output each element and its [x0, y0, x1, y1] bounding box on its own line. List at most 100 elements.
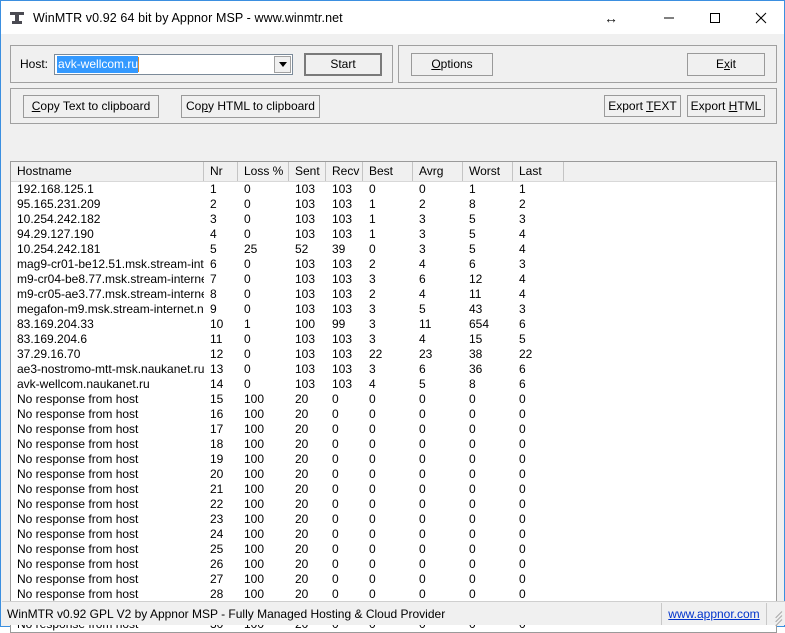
cell-worst: 43 [469, 302, 483, 316]
table-row[interactable]: mag9-cr01-be12.51.msk.stream-inter... 6 0 1… [11, 257, 776, 272]
export-text-button[interactable]: Export TEXT [604, 95, 681, 117]
host-dropdown-button[interactable] [274, 55, 292, 73]
cell-sent: 103 [295, 302, 316, 316]
column-header-hostname[interactable]: Hostname [11, 162, 204, 181]
column-header-best[interactable]: Best [363, 162, 413, 181]
cell-last: 6 [519, 317, 526, 331]
cell-worst: 0 [469, 527, 476, 541]
table-body[interactable]: 192.168.125.1 1 0 103 103 0 0 1 1 95.165.231.209 2… [11, 182, 776, 632]
cell-nr: 23 [210, 512, 224, 526]
close-button[interactable] [738, 2, 784, 34]
cell-last: 3 [519, 302, 526, 316]
exit-button[interactable]: Exit [687, 52, 765, 76]
maximize-button[interactable] [692, 2, 738, 34]
table-row[interactable]: No response from host 26 100 20 0 0 0 0 0 [11, 557, 776, 572]
cell-loss: 0 [244, 287, 251, 301]
appnor-link[interactable]: www.appnor.com [662, 602, 767, 625]
column-header-nr[interactable]: Nr [204, 162, 238, 181]
table-row[interactable]: megafon-m9.msk.stream-internet.net 9 0 103 1… [11, 302, 776, 317]
table-row[interactable]: No response from host 18 100 20 0 0 0 0 0 [11, 437, 776, 452]
cell-loss: 100 [244, 512, 265, 526]
copy-html-button[interactable]: Copy HTML to clipboard [181, 94, 320, 118]
cell-loss: 0 [244, 347, 251, 361]
table-row[interactable]: 95.165.231.209 2 0 103 103 1 2 8 2 [11, 197, 776, 212]
table-row[interactable]: No response from host 25 100 20 0 0 0 0 0 [11, 542, 776, 557]
column-header-last[interactable]: Last [513, 162, 564, 181]
table-row[interactable]: No response from host 23 100 20 0 0 0 0 0 [11, 512, 776, 527]
cell-recv: 0 [332, 512, 339, 526]
cell-best: 0 [369, 452, 376, 466]
cell-recv: 0 [332, 557, 339, 571]
table-row[interactable]: avk-wellcom.naukanet.ru 14 0 103 103 4 5 8 6 [11, 377, 776, 392]
cell-sent: 103 [295, 212, 316, 226]
cell-worst: 0 [469, 482, 476, 496]
table-row[interactable]: 94.29.127.190 4 0 103 103 1 3 5 4 [11, 227, 776, 242]
options-button[interactable]: Options [411, 52, 493, 76]
copy-text-button[interactable]: Copy Text to clipboard [23, 94, 159, 118]
column-header-worst[interactable]: Worst [463, 162, 513, 181]
cell-hostname: 94.29.127.190 [17, 227, 94, 241]
column-header-recv[interactable]: Recv [326, 162, 363, 181]
cell-avrg: 5 [419, 377, 426, 391]
cell-loss: 0 [244, 212, 251, 226]
table-row[interactable]: No response from host 20 100 20 0 0 0 0 0 [11, 467, 776, 482]
table-row[interactable]: No response from host 17 100 20 0 0 0 0 0 [11, 422, 776, 437]
column-header-sent[interactable]: Sent [289, 162, 326, 181]
table-row[interactable]: m9-cr04-be8.77.msk.stream-internet.... 7 0… [11, 272, 776, 287]
export-html-button[interactable]: Export HTML [687, 95, 765, 117]
cell-worst: 0 [469, 512, 476, 526]
column-header-avrg[interactable]: Avrg [413, 162, 463, 181]
minimize-button[interactable] [646, 2, 692, 34]
export-text-button-label: Export TEXT [608, 99, 677, 113]
cell-nr: 17 [210, 422, 224, 436]
table-row[interactable]: 83.169.204.6 11 0 103 103 3 4 15 5 [11, 332, 776, 347]
table-row[interactable]: No response from host 21 100 20 0 0 0 0 0 [11, 482, 776, 497]
resize-grip-icon[interactable] [767, 603, 785, 626]
table-row[interactable]: No response from host 24 100 20 0 0 0 0 0 [11, 527, 776, 542]
cell-avrg: 0 [419, 557, 426, 571]
cell-avrg: 4 [419, 287, 426, 301]
cell-nr: 2 [210, 197, 217, 211]
table-row[interactable]: No response from host 28 100 20 0 0 0 0 0 [11, 587, 776, 602]
cell-worst: 6 [469, 257, 476, 271]
table-row[interactable]: No response from host 16 100 20 0 0 0 0 0 [11, 407, 776, 422]
trace-table[interactable]: Hostname Nr Loss % Sent Recv Best Avrg Worst Las… [10, 161, 777, 633]
table-row[interactable]: No response from host 19 100 20 0 0 0 0 0 [11, 452, 776, 467]
winmtr-app-icon [9, 10, 25, 26]
cell-nr: 13 [210, 362, 224, 376]
cell-last: 4 [519, 227, 526, 241]
cell-hostname: No response from host [17, 452, 139, 466]
table-row[interactable]: m9-cr05-ae3.77.msk.stream-internet.... 8 0… [11, 287, 776, 302]
cell-avrg: 0 [419, 512, 426, 526]
table-row[interactable]: No response from host 22 100 20 0 0 0 0 0 [11, 497, 776, 512]
cell-recv: 103 [332, 197, 353, 211]
cell-hostname: No response from host [17, 392, 139, 406]
table-row[interactable]: ae3-nostromo-mtt-msk.naukanet.ru 13 0 103 10… [11, 362, 776, 377]
cell-recv: 103 [332, 182, 353, 196]
table-row[interactable]: No response from host 27 100 20 0 0 0 0 0 [11, 572, 776, 587]
cell-loss: 0 [244, 377, 251, 391]
cell-best: 0 [369, 467, 376, 481]
title-bar: WinMTR v0.92 64 bit by Appnor MSP - www.… [1, 1, 784, 34]
cell-best: 0 [369, 407, 376, 421]
cell-recv: 0 [332, 527, 339, 541]
table-row[interactable]: 192.168.125.1 1 0 103 103 0 0 1 1 [11, 182, 776, 197]
table-row[interactable]: 10.254.242.182 3 0 103 103 1 3 5 3 [11, 212, 776, 227]
table-row[interactable]: 83.169.204.33 10 1 100 99 3 11 654 6 [11, 317, 776, 332]
cell-nr: 28 [210, 587, 224, 601]
cell-hostname: No response from host [17, 542, 139, 556]
column-header-loss[interactable]: Loss % [238, 162, 289, 181]
table-row[interactable]: 10.254.242.181 5 25 52 39 0 3 5 4 [11, 242, 776, 257]
cell-recv: 103 [332, 212, 353, 226]
table-row[interactable]: No response from host 15 100 20 0 0 0 0 0 [11, 392, 776, 407]
cell-nr: 15 [210, 392, 224, 406]
cell-hostname: avk-wellcom.naukanet.ru [17, 377, 150, 391]
cell-loss: 0 [244, 197, 251, 211]
cell-recv: 39 [332, 242, 346, 256]
table-row[interactable]: 37.29.16.70 12 0 103 103 22 23 38 22 [11, 347, 776, 362]
cell-nr: 3 [210, 212, 217, 226]
window-title: WinMTR v0.92 64 bit by Appnor MSP - www.… [33, 10, 343, 25]
start-button[interactable]: Start [304, 52, 383, 76]
cell-hostname: 83.169.204.6 [17, 332, 88, 346]
host-input[interactable]: avk-wellcom.ru [54, 53, 294, 75]
